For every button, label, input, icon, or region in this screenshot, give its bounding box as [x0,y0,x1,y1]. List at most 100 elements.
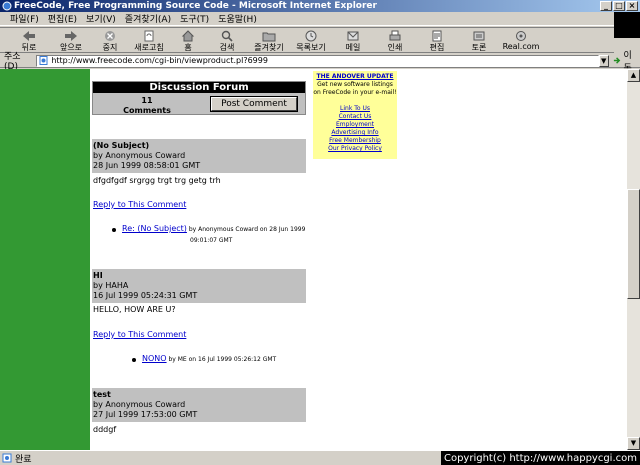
real-label: Real.com [502,42,540,51]
page-done-icon [2,453,12,463]
comment-count: 11 Comments [97,96,197,116]
menu-help[interactable]: 도움말(H) [218,12,257,25]
forward-label: 앞으로 [59,43,83,52]
favorites-button[interactable]: 즐겨찾기 [248,28,290,53]
comment-count-label: Comments [123,106,171,115]
left-green-sidebar [0,69,90,450]
comment-date: 28 Jun 1999 08:58:01 GMT [93,161,201,170]
stop-button[interactable]: 중지 [92,28,128,53]
close-button[interactable]: × [626,1,638,11]
stop-icon [105,31,115,41]
comment-author: by Anonymous Coward [93,151,186,160]
comment-subject: (No Subject) [93,141,150,150]
refresh-icon [144,30,154,42]
toolbar: 뒤로 앞으로 중지 새로고침 홈 검색 즐겨찾기 목록보기 메일 인쇄 편집 토… [0,27,614,53]
andover-update-box: THE ANDOVER UPDATE Get new software list… [313,71,397,159]
scroll-up-button[interactable]: ▲ [627,69,640,82]
post-comment-button[interactable]: Post Comment [210,96,298,112]
subreply-meta: by ME on 16 Jul 1999 05:26:12 GMT [168,356,277,363]
maximize-button[interactable]: □ [613,1,625,11]
menu-favorites[interactable]: 즐겨찾기(A) [125,12,171,25]
subreply-meta: by Anonymous Coward on 28 Jun 1999 [188,226,306,233]
scroll-thumb[interactable] [627,189,640,299]
minimize-button[interactable]: _ [600,1,612,11]
comment-header: test by Anonymous Coward 27 Jul 1999 17:… [92,388,306,422]
comment-header: (No Subject) by Anonymous Coward 28 Jun … [92,139,306,173]
comment-author: by HAHA [93,281,129,290]
search-button[interactable]: 검색 [206,28,248,53]
search-icon [221,30,233,42]
menu-edit[interactable]: 편집(E) [48,12,77,25]
edit-icon [432,30,442,42]
search-label: 검색 [219,43,235,52]
mail-label: 메일 [345,43,361,52]
contact-us-link[interactable]: Contact Us [313,113,397,121]
reply-to-comment-link[interactable]: Reply to This Comment [93,330,186,339]
subreply-item: Re: (No Subject) by Anonymous Coward on … [112,223,305,246]
comment-count-number: 11 [141,96,153,105]
refresh-label: 새로고침 [134,43,164,52]
comment-author: by Anonymous Coward [93,400,186,409]
history-icon [305,30,317,42]
favorites-label: 즐겨찾기 [254,43,284,52]
andover-title[interactable]: THE ANDOVER UPDATE [313,73,397,81]
print-label: 인쇄 [387,43,403,52]
home-button[interactable]: 홈 [170,28,206,53]
andover-body: Get new software listings on FreeCode in… [313,81,397,96]
history-label: 목록보기 [296,43,326,52]
mail-button[interactable]: 메일 [332,28,374,53]
menu-file[interactable]: 파일(F) [10,12,39,25]
scroll-down-button[interactable]: ▼ [627,437,640,450]
discuss-label: 토론 [471,43,487,52]
subreply-item: NONO by ME on 16 Jul 1999 05:26:12 GMT [132,353,276,365]
refresh-button[interactable]: 새로고침 [128,28,170,53]
comment-date: 27 Jul 1999 17:53:00 GMT [93,410,198,419]
comment-subject: test [93,390,111,399]
favorites-folder-icon [262,32,276,42]
free-membership-link[interactable]: Free Membership [313,137,397,145]
page-icon [39,56,48,65]
subreply-link[interactable]: NONO [142,354,167,363]
ie-icon [2,1,12,11]
title-bar[interactable]: FreeCode, Free Programming Source Code -… [0,0,640,12]
bullet [132,357,136,362]
home-icon [181,30,195,42]
menu-bar: 파일(F) 편집(E) 보기(V) 즐겨찾기(A) 도구(T) 도움말(H) [0,12,640,38]
reply-to-comment-link[interactable]: Reply to This Comment [93,200,186,209]
vertical-scrollbar[interactable]: ▲ ▼ [627,69,640,450]
comment-date: 16 Jul 1999 05:24:31 GMT [93,291,198,300]
page-viewport[interactable]: Discussion Forum 11 Comments Post Commen… [0,69,627,450]
history-button[interactable]: 목록보기 [290,28,332,53]
back-arrow-icon [23,31,35,41]
discuss-icon [473,31,485,41]
privacy-policy-link[interactable]: Our Privacy Policy [313,145,397,153]
forum-title: Discussion Forum [93,82,305,93]
subreply-link[interactable]: Re: (No Subject) [122,224,187,233]
go-arrow-icon [613,57,620,64]
forward-arrow-icon [65,31,77,41]
forward-button[interactable]: 앞으로 [50,28,92,53]
real-icon [516,31,526,41]
menu-tools[interactable]: 도구(T) [180,12,209,25]
advertising-info-link[interactable]: Advertising Info [313,129,397,137]
address-input[interactable]: http://www.freecode.com/cgi-bin/viewprod… [36,54,599,67]
menu-view[interactable]: 보기(V) [86,12,116,25]
address-bar: 주소(D) http://www.freecode.com/cgi-bin/vi… [0,51,640,74]
real-button[interactable]: Real.com [500,28,542,51]
employment-link[interactable]: Employment [313,121,397,129]
copyright-banner: Copyright(c) http://www.happycgi.com [440,451,640,465]
link-to-us[interactable]: Link To Us [313,105,397,113]
print-button[interactable]: 인쇄 [374,28,416,53]
window-title: FreeCode, Free Programming Source Code -… [14,1,377,11]
forum-header: Discussion Forum 11 Comments Post Commen… [92,81,306,115]
edit-label: 편집 [429,43,445,52]
edit-button[interactable]: 편집 [416,28,458,53]
discuss-button[interactable]: 토론 [458,28,500,53]
status-text: 완료 [15,454,32,465]
status-bar: 완료 Copyright(c) http://www.happycgi.com [0,450,640,465]
address-dropdown-button[interactable]: ▼ [598,54,609,67]
comment-subject: HI [93,271,103,280]
comment-body: dfgdfgdf srgrgg trgt trg getg trh [93,176,221,185]
bullet [112,227,116,232]
print-icon [389,30,401,41]
